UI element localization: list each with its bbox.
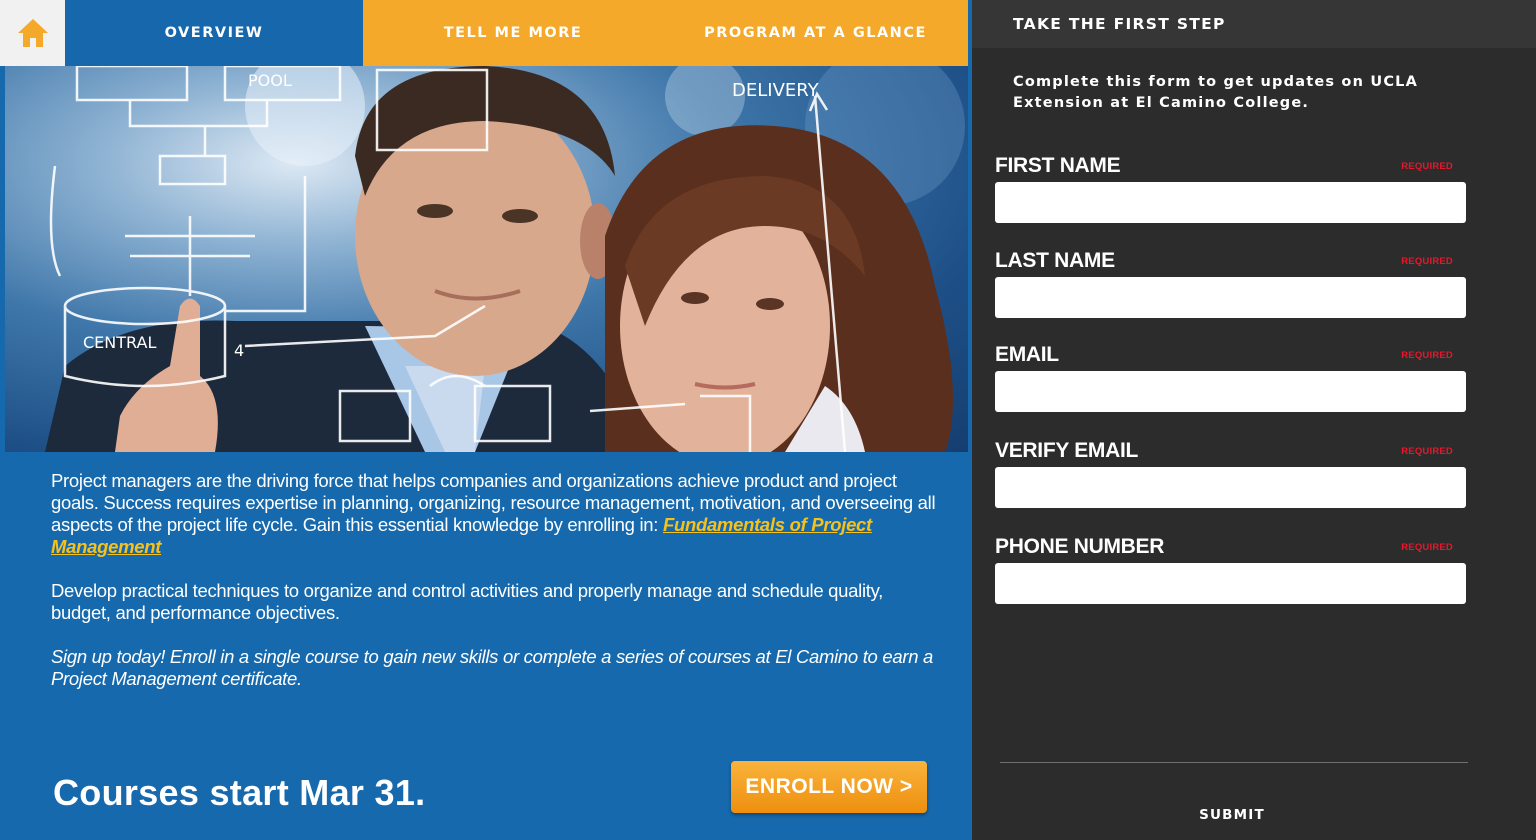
verify-email-input[interactable] — [995, 467, 1466, 508]
overview-section: OVERVIEW TELL ME MORE PROGRAM AT A GLANC… — [0, 0, 972, 840]
sketch-label-delivery: DELIVERY — [732, 80, 820, 101]
submit-button[interactable]: SUBMIT — [1172, 800, 1292, 830]
signup-form-panel: TAKE THE FIRST STEP Complete this form t… — [972, 0, 1536, 840]
first-name-label: FIRST NAME — [995, 154, 1121, 177]
practical-paragraph: Develop practical techniques to organize… — [51, 580, 884, 623]
form-title: TAKE THE FIRST STEP — [1013, 15, 1226, 33]
form-divider — [1000, 762, 1468, 763]
required-badge: REQUIRED — [1401, 256, 1453, 267]
last-name-label: LAST NAME — [995, 249, 1115, 272]
home-button[interactable] — [0, 0, 65, 66]
required-badge: REQUIRED — [1401, 446, 1453, 457]
tab-overview[interactable]: OVERVIEW — [65, 0, 363, 66]
enroll-now-button[interactable]: ENROLL NOW > — [731, 761, 927, 813]
tab-tell-me-more[interactable]: TELL ME MORE — [363, 0, 663, 66]
required-badge: REQUIRED — [1401, 350, 1453, 361]
form-header: TAKE THE FIRST STEP — [972, 0, 1536, 48]
courses-start-heading: Courses start Mar 31. — [53, 772, 426, 813]
required-badge: REQUIRED — [1401, 542, 1453, 553]
form-intro: Complete this form to get updates on UCL… — [1013, 74, 1419, 111]
tab-program-at-a-glance[interactable]: PROGRAM AT A GLANCE — [663, 0, 968, 66]
signup-paragraph: Sign up today! Enroll in a single course… — [51, 646, 934, 689]
phone-number-label: PHONE NUMBER — [995, 535, 1165, 558]
sketch-label-pool: POOL — [248, 71, 292, 90]
sketch-label-central: CENTRAL — [83, 333, 156, 352]
hero-image: POOL DELIVERY CENTRAL 4 — [5, 66, 968, 452]
sketch-label-number: 4 — [234, 341, 244, 360]
required-badge: REQUIRED — [1401, 161, 1453, 172]
home-icon — [17, 19, 48, 47]
overview-copy: Project managers are the driving force t… — [51, 470, 941, 712]
verify-email-label: VERIFY EMAIL — [995, 439, 1139, 462]
main-nav: OVERVIEW TELL ME MORE PROGRAM AT A GLANC… — [0, 0, 968, 66]
email-label: EMAIL — [995, 343, 1059, 366]
intro-paragraph: Project managers are the driving force t… — [51, 470, 941, 558]
first-name-input[interactable] — [995, 182, 1466, 223]
last-name-input[interactable] — [995, 277, 1466, 318]
email-input[interactable] — [995, 371, 1466, 412]
phone-number-input[interactable] — [995, 563, 1466, 604]
